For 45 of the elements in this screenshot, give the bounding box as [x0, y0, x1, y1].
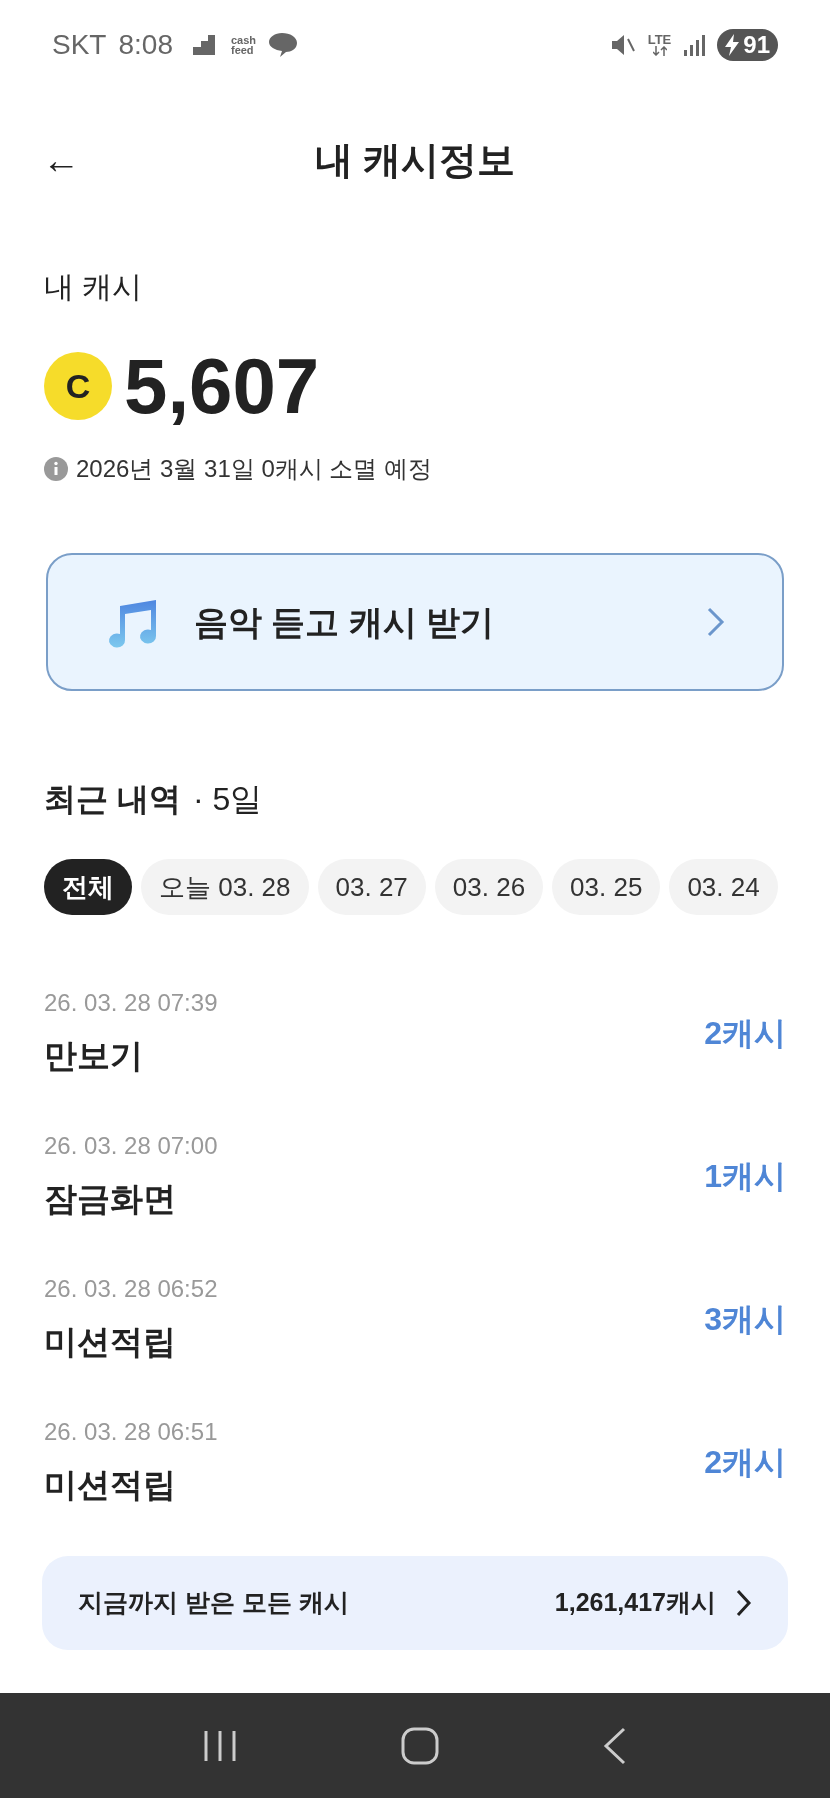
- history-amount: 2캐시: [704, 1013, 786, 1053]
- back-button[interactable]: ←: [34, 131, 88, 189]
- history-datetime: 26. 03. 28 06:52: [44, 1273, 218, 1304]
- home-icon[interactable]: [401, 1726, 439, 1765]
- history-datetime: 26. 03. 28 06:51: [44, 1416, 218, 1447]
- history-title-text: 만보기: [44, 1035, 144, 1076]
- lightning-icon: [725, 34, 740, 56]
- history-amount: 1캐시: [704, 1156, 786, 1196]
- stairs-icon: [192, 35, 215, 55]
- page-title: 내 캐시정보: [314, 137, 516, 183]
- mute-icon: [609, 33, 636, 57]
- date-filter-chip[interactable]: 03. 24: [669, 859, 778, 915]
- history-datetime: 26. 03. 28 07:39: [44, 987, 218, 1018]
- info-icon: [44, 457, 68, 481]
- app-logo: cash feed: [230, 35, 257, 55]
- battery-indicator: 91: [717, 29, 778, 61]
- balance-amount: 5,607: [124, 347, 320, 425]
- history-title-text: 미션적립: [44, 1464, 177, 1505]
- history-amount: 3캐시: [704, 1299, 786, 1339]
- history-amount: 2캐시: [704, 1442, 786, 1482]
- chevron-right-icon: [736, 1589, 752, 1617]
- date-filter-chip[interactable]: 03. 25: [552, 859, 661, 915]
- total-label: 지금까지 받은 모든 캐시: [78, 1587, 349, 1619]
- total-amount: 1,261,417캐시: [554, 1587, 716, 1619]
- signal-icon: [683, 34, 706, 56]
- history-datetime: 26. 03. 28 07:00: [44, 1130, 218, 1161]
- clock-text: 8:08: [118, 28, 173, 62]
- date-filter-chip[interactable]: 03. 26: [434, 859, 544, 915]
- date-filter-chip[interactable]: 03. 27: [317, 859, 426, 915]
- carrier-text: SKT: [52, 28, 107, 62]
- total-cash-button[interactable]: 지금까지 받은 모든 캐시 1,261,417캐시: [42, 1556, 788, 1650]
- chevron-right-icon: [706, 606, 726, 638]
- history-title: 최근 내역: [44, 780, 181, 819]
- history-period: · 5일: [192, 780, 263, 819]
- data-arrows-icon: [652, 46, 667, 56]
- network-indicator: LTE: [647, 34, 672, 56]
- expiry-notice: 2026년 3월 31일 0캐시 소멸 예정: [76, 454, 433, 484]
- coin-icon: C: [44, 352, 112, 420]
- history-title-text: 잠금화면: [44, 1178, 177, 1219]
- date-filter-chip[interactable]: 오늘 03. 28: [141, 859, 309, 915]
- chat-bubble-icon: [268, 32, 299, 58]
- history-title-text: 미션적립: [44, 1321, 177, 1362]
- music-reward-card[interactable]: 음악 듣고 캐시 받기: [46, 553, 784, 691]
- date-filter-chip[interactable]: 전체: [44, 859, 132, 915]
- balance-label: 내 캐시: [44, 269, 144, 305]
